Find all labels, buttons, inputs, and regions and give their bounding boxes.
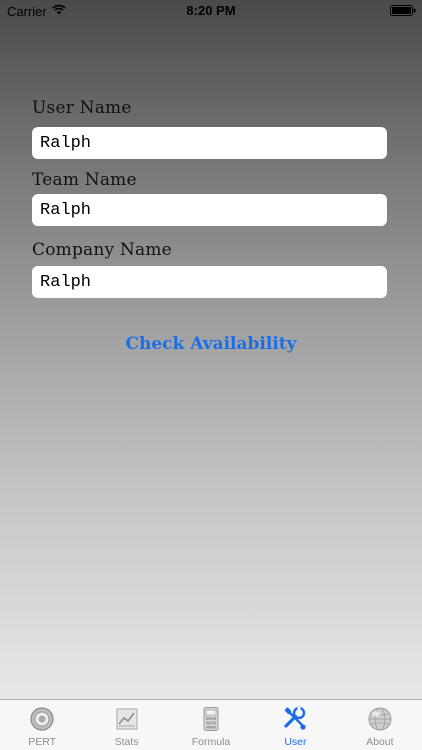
tab-formula[interactable]: Formula [169,700,253,750]
about-globe-icon [368,707,392,731]
tab-about[interactable]: About [338,700,422,750]
tab-stats-label: Stats [114,736,139,748]
tab-user[interactable]: User [253,700,337,750]
battery-icon [390,5,416,16]
tab-formula-label: Formula [191,736,231,748]
pert-icon [30,707,54,731]
company-name-field[interactable] [32,266,387,298]
stats-chart-icon [116,708,138,730]
tab-pert[interactable]: PERT [0,700,84,750]
status-bar: Carrier 8:20 PM [0,0,422,22]
tab-user-label: User [284,736,307,748]
check-availability-button[interactable]: Check Availability [0,334,422,354]
user-name-label: User Name [32,98,132,118]
tab-bar: PERT Stats Formula User About [0,699,422,750]
tab-about-label: About [366,736,394,748]
user-name-field[interactable] [32,127,387,159]
user-tools-icon [284,706,307,730]
app-screen: Carrier 8:20 PM User Name Team Name Comp… [0,0,422,750]
team-name-field[interactable] [32,194,387,226]
status-time: 8:20 PM [186,3,236,18]
team-name-label: Team Name [32,170,137,190]
formula-calculator-icon [203,707,219,731]
tab-stats[interactable]: Stats [84,700,168,750]
company-name-label: Company Name [32,240,172,260]
tab-pert-label: PERT [28,736,57,748]
